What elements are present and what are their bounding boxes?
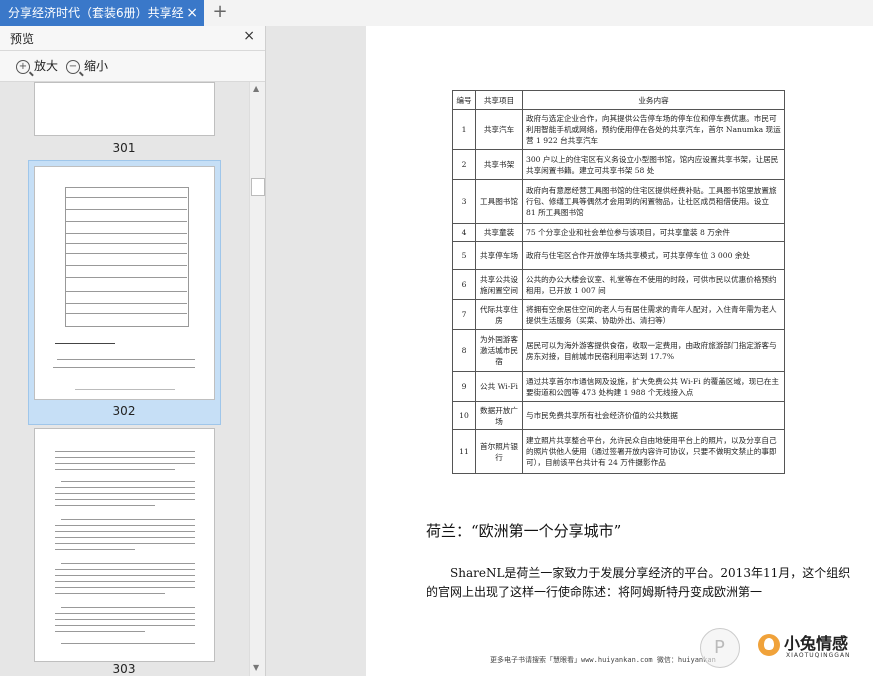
zoom-toolbar: + 放大 − 缩小: [0, 51, 265, 82]
zoom-out-label: 缩小: [84, 59, 109, 73]
zoom-in-label: 放大: [34, 59, 59, 73]
close-preview-icon[interactable]: ×: [243, 28, 255, 44]
tab-title: 分享经济时代（套装6册）共享经: [8, 6, 184, 20]
watermark-brand: 小兔情感: [784, 634, 849, 653]
sharing-projects-table: 编号 共享项目 业务内容 1 共享汽车 政府与选定企业合作，向其提供公告停车场的停车…: [452, 90, 785, 474]
scroll-down-icon[interactable]: ▼: [253, 663, 259, 672]
rabbit-logo-icon: [758, 634, 780, 656]
thumbnail-page[interactable]: [34, 166, 215, 400]
table-row: 9 公共 Wi-Fi 通过共享首尔市通信网及设施，扩大免费公共 Wi-Fi 的覆盖区…: [452, 371, 785, 402]
table-row: 1 共享汽车 政府与选定企业合作，向其提供公告停车场的停车位和停车费优惠。市民可利用…: [452, 109, 785, 150]
table-header: 编号: [452, 90, 476, 110]
table-row: 10 数据开放广场 与市民免费共享所有社会经济价值的公共数据: [452, 401, 785, 430]
thumbnail-page-number: 303: [112, 662, 136, 676]
table-header: 业务内容: [522, 90, 785, 110]
watermark-subtext: XIAOTUQINGGAN: [786, 652, 851, 659]
table-row: 5 共享停车场 政府与住宅区合作开放停车场共享模式，可共享停车位 3 000 余处: [452, 241, 785, 270]
preview-scrollbar[interactable]: ▲ ▼: [249, 82, 265, 676]
page-footer: 更多电子书请搜索「慧眼看」www.huiyankan.com 微信：huiyan…: [490, 656, 716, 664]
table-row: 4 共享童装 75 个分享企业和社会单位参与该项目，可共享童装 8 万余件: [452, 223, 785, 242]
watermark: P 小兔情感 XIAOTUQINGGAN: [700, 626, 860, 672]
zoom-out-button[interactable]: − 缩小: [66, 57, 108, 75]
table-row: 8 为外国游客激活城市民宿 居民可以为海外游客提供食宿，收取一定费用，由政府旅游部门…: [452, 329, 785, 372]
watermark-circle-icon: P: [700, 628, 740, 668]
table-row: 11 首尔照片银行 建立照片共享整合平台，允许民众自由地使用平台上的照片，以及分享自…: [452, 429, 785, 474]
table-row: 3 工具图书馆 政府向有意愿经营工具图书馆的住宅区提供经费补贴。工具图书馆里放置旅行…: [452, 179, 785, 224]
new-tab-button[interactable]: +: [210, 2, 230, 22]
thumbnail-page-number: 301: [112, 141, 136, 155]
scroll-thumb[interactable]: [251, 178, 265, 196]
preview-header: 预览 ×: [0, 26, 265, 51]
thumbnail-page[interactable]: [34, 82, 215, 136]
body-paragraph: ShareNL是荷兰一家致力于发展分享经济的平台。2013年11月，这个组织的官…: [426, 566, 851, 599]
table-row: 2 共享书架 300 户以上的住宅区有义务设立小型图书馆，馆内应设置共享书架，让居民…: [452, 149, 785, 180]
table-row: 6 共享公共设施闲置空间 公共的办公大楼会议室、礼堂等在不使用的时段，可供市民以优惠…: [452, 269, 785, 300]
table-header: 共享项目: [475, 90, 523, 110]
preview-title: 预览: [10, 32, 35, 46]
preview-panel: 预览 × + 放大 − 缩小 301 302 303 ▲ ▼: [0, 26, 266, 676]
thumbnail-list: 301 302 303: [0, 82, 250, 676]
zoom-in-icon: +: [16, 59, 30, 74]
scroll-up-icon[interactable]: ▲: [253, 84, 259, 93]
close-tab-icon[interactable]: ×: [186, 0, 198, 26]
thumbnail-page[interactable]: [34, 428, 215, 662]
zoom-in-button[interactable]: + 放大: [16, 57, 58, 75]
table-row: 7 代际共享住房 将拥有空余居住空间的老人与有居住需求的青年人配对，入住青年需为老人…: [452, 299, 785, 330]
document-tab[interactable]: 分享经济时代（套装6册）共享经 ×: [0, 0, 204, 26]
section-title: 荷兰：“欧洲第一个分享城市”: [426, 522, 622, 540]
zoom-out-icon: −: [66, 59, 80, 74]
document-page: 编号 共享项目 业务内容 1 共享汽车 政府与选定企业合作，向其提供公告停车场的停车…: [366, 26, 873, 676]
document-view: 编号 共享项目 业务内容 1 共享汽车 政府与选定企业合作，向其提供公告停车场的停车…: [266, 26, 873, 676]
thumbnail-page-number: 302: [112, 404, 136, 418]
tab-bar: 分享经济时代（套装6册）共享经 × +: [0, 0, 873, 27]
